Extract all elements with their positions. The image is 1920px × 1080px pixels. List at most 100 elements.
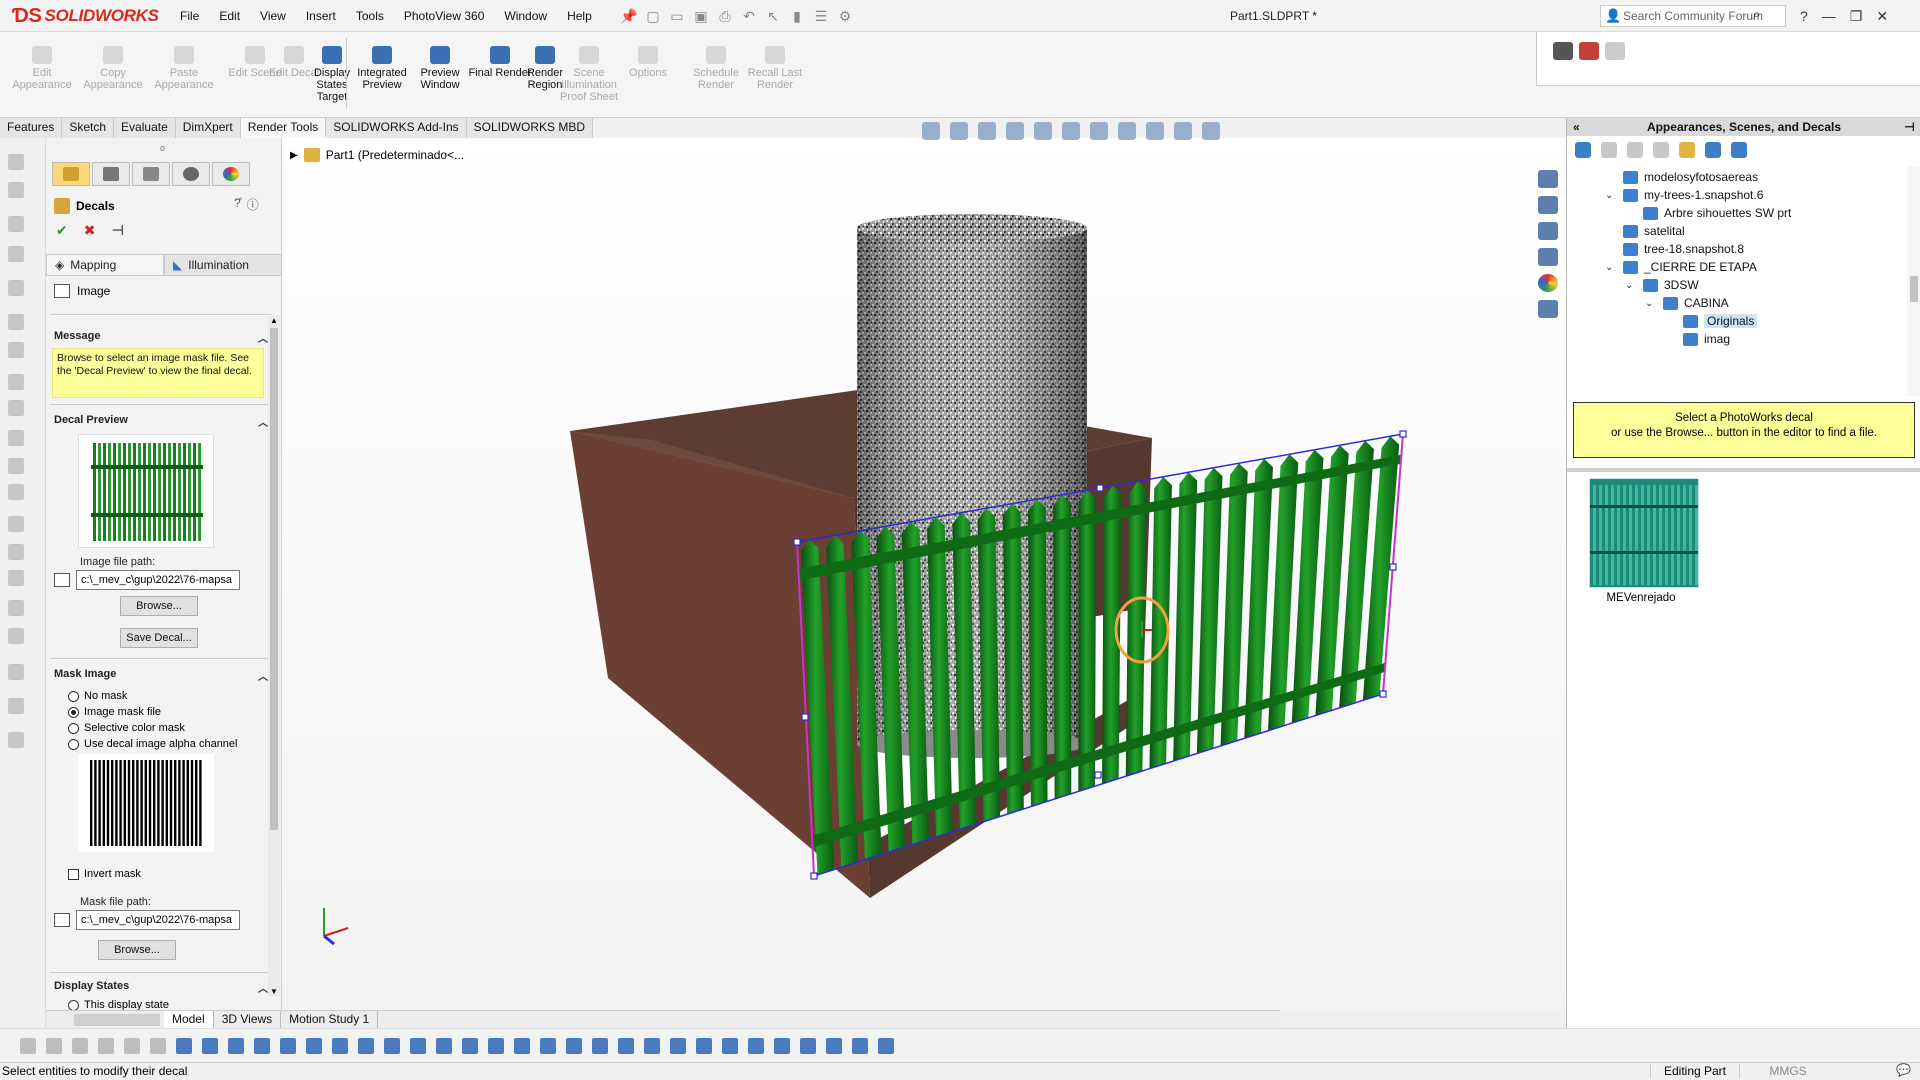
sketch-command-icon[interactable] [306,1038,322,1054]
cmd-edit-appearance[interactable]: Edit Appearance [10,46,74,91]
sketch-command-icon[interactable] [514,1038,530,1054]
sketch-tool-icon[interactable] [8,600,24,616]
zoom-to-fit-icon[interactable] [922,122,940,140]
ok-check-icon[interactable]: ✔ [56,222,68,239]
tree-item[interactable]: ⌄ 3DSW [1625,278,1699,292]
sketch-command-icon[interactable] [46,1038,62,1054]
forward-icon[interactable] [1601,142,1617,158]
sketch-tool-icon[interactable] [8,314,24,330]
tree-item[interactable]: ⌄ CABINA [1645,296,1729,310]
radio[interactable] [68,706,79,718]
file-explorer-icon[interactable] [1538,222,1558,240]
checkbox[interactable] [68,868,79,880]
render-output-icon[interactable] [1605,42,1625,60]
message-group-header[interactable]: Message ︿ [54,330,268,345]
sketch-command-icon[interactable] [176,1038,192,1054]
sketch-command-icon[interactable] [462,1038,478,1054]
cmd-paste-appearance[interactable]: Paste Appearance [152,46,216,91]
sketch-command-icon[interactable] [280,1038,296,1054]
tree-item[interactable]: imag [1683,332,1730,346]
tab-feature-manager[interactable] [52,162,90,186]
mask-option-image-mask-file[interactable]: Image mask file [68,706,161,718]
sketch-command-icon[interactable] [878,1038,894,1054]
menu-insert[interactable]: Insert [296,0,346,32]
sketch-tool-icon[interactable] [8,516,24,532]
edit-appearance-icon[interactable] [1146,122,1164,140]
view-palette-icon[interactable] [1538,248,1558,266]
sketch-command-icon[interactable] [384,1038,400,1054]
sketch-tool-icon[interactable] [8,732,24,748]
sketch-command-icon[interactable] [436,1038,452,1054]
tree-scrollbar[interactable] [1907,166,1920,396]
custom-properties-icon[interactable] [1538,300,1558,318]
status-units[interactable]: MMGS [1748,1064,1828,1078]
scroll-down-icon[interactable]: ▼ [270,987,278,996]
whats-wrong-icon[interactable]: ?̊ [234,196,241,213]
select-icon[interactable]: ↖ [764,7,782,25]
mask-browse-button[interactable]: Browse... [98,940,176,960]
tree-item[interactable]: ⌄ my-trees-1.snapshot.6 [1605,188,1763,202]
browse-button[interactable]: Browse... [120,596,198,616]
sketch-tool-icon[interactable] [8,154,24,170]
search-icon[interactable]: ⌕ [1753,6,1761,23]
appearances-icon[interactable] [1538,274,1558,292]
tab-sketch[interactable]: Sketch [62,118,115,138]
collapse-arrows-icon[interactable]: « [1573,118,1580,136]
sketch-command-icon[interactable] [618,1038,634,1054]
sketch-command-icon[interactable] [124,1038,140,1054]
open-icon[interactable]: ▭ [668,7,686,25]
menu-view[interactable]: View [250,0,296,32]
tab-display-manager[interactable] [212,162,250,186]
sketch-tool-icon[interactable] [8,374,24,390]
sketch-tool-icon[interactable] [8,246,24,262]
add-folder-icon[interactable] [1679,142,1695,158]
sketch-command-icon[interactable] [72,1038,88,1054]
sketch-command-icon[interactable] [254,1038,270,1054]
tree-item[interactable]: Arbre sihouettes SW prt [1643,206,1791,220]
tab-solidworks-add-ins[interactable]: SOLIDWORKS Add-Ins [326,118,467,138]
pin-icon[interactable]: 📌 [620,7,638,25]
sketch-tool-icon[interactable] [8,484,24,500]
sketch-tool-icon[interactable] [8,216,24,232]
bottom-tab-3d-views[interactable]: 3D Views [214,1011,282,1028]
back-icon[interactable] [1575,142,1591,158]
property-manager-scrollbar[interactable]: ▲ ▼ [268,316,280,996]
previous-view-icon[interactable] [978,122,996,140]
browse-mask-icon[interactable] [54,913,70,927]
cmd-integrated-preview[interactable]: Integrated Preview [350,46,414,91]
sketch-command-icon[interactable] [592,1038,608,1054]
search-input[interactable]: 👤 Search Community Forum ⌕ [1600,5,1786,27]
expand-chevron-icon[interactable]: ⌄ [1625,280,1633,291]
tab-illumination[interactable]: ◣ Illumination [164,254,282,276]
sketch-command-icon[interactable] [488,1038,504,1054]
collapse-chevron-icon[interactable]: ︿ [258,668,268,683]
tab-evaluate[interactable]: Evaluate [114,118,176,138]
save-icon[interactable]: ▣ [692,7,710,25]
tab-property-manager[interactable] [92,162,130,186]
tree-item[interactable]: satelital [1623,224,1685,238]
bottom-tab-motion-study-1[interactable]: Motion Study 1 [281,1011,379,1028]
invert-mask-checkbox[interactable]: Invert mask [68,868,141,880]
collapse-chevron-icon[interactable]: ︿ [258,414,268,429]
mask-option-selective-color-mask[interactable]: Selective color mask [68,722,185,734]
hide-show-items-icon[interactable] [1118,122,1136,140]
sketch-tool-icon[interactable] [8,342,24,358]
tab-render-tools[interactable]: Render Tools [240,118,327,138]
display-states-group-header[interactable]: Display States ︿ [54,980,268,995]
sketch-tool-icon[interactable] [8,698,24,714]
tab-scroll-arrows[interactable] [74,1013,160,1026]
tree-item[interactable]: ⌄ _CIERRE DE ETAPA [1605,260,1757,274]
help-circle-icon[interactable]: ⓘ [247,196,259,213]
menu-file[interactable]: File [170,0,209,32]
apply-scene-icon[interactable] [1174,122,1192,140]
sketch-tool-icon[interactable] [8,544,24,560]
mask-option-use-decal-image-alpha-channel[interactable]: Use decal image alpha channel [68,738,238,750]
tab-solidworks-mbd[interactable]: SOLIDWORKS MBD [466,118,593,138]
sketch-command-icon[interactable] [644,1038,660,1054]
dynamic-annotation-icon[interactable] [1034,122,1052,140]
panel-grip-icon[interactable]: o [160,143,165,153]
mask-image-group-header[interactable]: Mask Image ︿ [54,668,268,683]
sketch-command-icon[interactable] [358,1038,374,1054]
sketch-command-icon[interactable] [540,1038,556,1054]
radio[interactable] [68,1000,79,1010]
